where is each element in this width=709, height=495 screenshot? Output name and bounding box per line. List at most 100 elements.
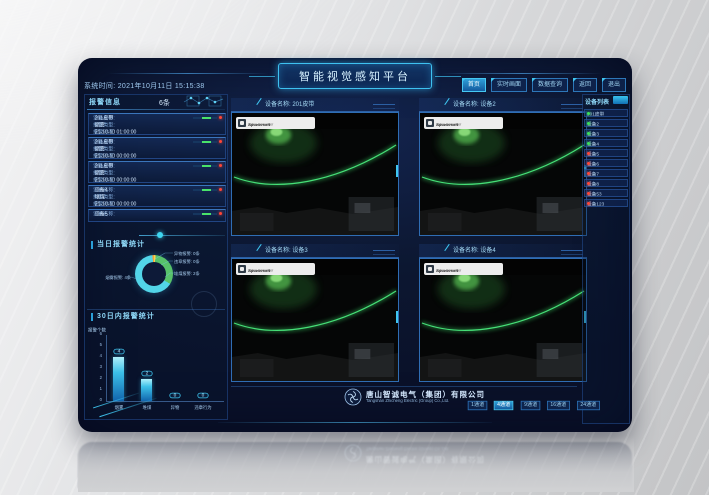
watermark-icon [238,119,246,127]
y-tick: 4 [92,354,103,358]
device-rows: 201皮带 设备2 设备3 设备4 设备5 设备6 设备7 设备8 设备53 设… [584,109,628,209]
dashboard-panel: 系统时间: 2021年10月11日 15:15:38 智能视觉感知平台 首页 实… [78,58,632,432]
alarm-card[interactable]: 设备名称:201皮带 报警类型:烟雾 报警时间:21-10-10 01:00:0… [88,113,226,135]
device-row[interactable]: 设备6 [584,159,628,167]
alarm-indicator [193,117,217,119]
daily-alarm-chart: 异物报警: 0条 违章报警: 0条 堆煤报警: 2条 烟雾报警: 4条 [85,247,229,311]
device-row[interactable]: 设备4 [584,139,628,147]
channel-button-4[interactable]: 4通道 [494,401,514,410]
video-title: 设备名称: 201皮带 [231,98,399,112]
main-nav: 首页 实时画面 数据查询 返回 退出 [462,78,626,92]
channel-button-16[interactable]: 16通道 [547,401,570,410]
watermark-badge: ApowersoftVideo Converter [236,117,315,129]
nav-button-data-query[interactable]: 数据查询 [532,78,568,92]
watermark-icon [238,265,246,273]
status-dot [587,172,590,175]
alarm-card[interactable]: 设备名称:设备4 报警类型:堆煤 报警时间:21-10-10 00:00:00 [88,185,226,207]
y-axis [106,335,107,401]
video-scene [232,259,398,381]
alarm-indicator [193,141,217,143]
video-cell-4[interactable]: 设备名称: 设备4 ApowersoftVide [419,244,587,382]
decoration-line [231,386,577,387]
system-time: 系统时间: 2021年10月11日 15:15:38 [84,81,205,91]
device-list-tab[interactable] [613,96,628,104]
device-row[interactable]: 设备8 [584,179,628,187]
video-cell-2[interactable]: 设备名称: 设备2 ApowersoftVide [419,98,587,236]
donut-label: 堆煤报警: 2条 [174,270,200,276]
company-logo [344,388,362,406]
channel-button-9[interactable]: 9通道 [520,401,540,410]
video-frame[interactable]: ApowersoftVideo Converter [419,258,587,382]
bar-smoke: 4 [110,335,128,401]
network-nodes-icon [181,94,227,109]
y-tick: 5 [92,343,103,347]
alarm-card[interactable]: 设备名称:201皮带 报警类型:烟雾 报警时间:21-10-10 00:00:0… [88,137,226,159]
panel-reflection-strip: 唐山智诚电气（集团）有限公司 Tangshan Zhicheng Electri… [78,442,632,488]
bar-coal-pile: 2 [138,335,156,401]
device-row[interactable]: 设备5 [584,149,628,157]
device-list-panel: 设备列表 201皮带 设备2 设备3 设备4 设备5 设备6 设备7 设备8 设… [582,94,630,424]
status-dot [587,192,590,195]
decoration-line [87,109,225,110]
video-cell-3[interactable]: 设备名称: 设备3 ApowersoftVide [231,244,399,382]
channel-button-1[interactable]: 1通道 [468,401,488,410]
alarm-status-dot [219,188,222,191]
channel-switcher: 1通道 4通道 9通道 16通道 24通道 [466,400,601,411]
alarm-card[interactable]: 设备名称:设备5 [88,209,226,222]
bar-violation: 0 [194,335,212,401]
device-row[interactable]: 设备3 [584,129,628,137]
device-row[interactable]: 设备7 [584,169,628,177]
alarm-indicator [193,189,217,191]
status-dot [587,132,590,135]
y-tick: 1 [92,387,103,391]
channel-button-24[interactable]: 24通道 [577,401,600,410]
donut-label: 违章报警: 0条 [174,258,200,264]
nav-button-live-view[interactable]: 实时画面 [491,78,527,92]
desktop-background: 系统时间: 2021年10月11日 15:15:38 智能视觉感知平台 首页 实… [0,0,709,495]
video-frame[interactable]: ApowersoftVideo Converter [231,258,399,382]
footer-decoration [92,396,162,412]
watermark-badge: ApowersoftVideo Converter [424,117,503,129]
alarm-card[interactable]: 设备名称:201皮带 报警类型:烟雾 报警时间:21-10-10 00:00:0… [88,161,226,183]
video-title: 设备名称: 设备3 [231,244,399,258]
company-name-en: Tangshan Zhicheng Electric (Group) Co.,L… [366,399,449,403]
watermark-badge: ApowersoftVideo Converter [424,263,503,275]
donut-label: 异物报警: 0条 [174,250,200,256]
alarm-sidebar: 报警信息 6条 设备名称:201皮带 报警类型:烟雾 报警时间:21-10-10… [84,94,228,420]
page-title: 智能视觉感知平台 [278,63,432,89]
alarm-status-dot [219,212,222,215]
y-tick: 3 [92,365,103,369]
status-dot [587,142,590,145]
status-dot [587,112,590,115]
video-scene [420,113,586,235]
decoration-line [218,422,492,423]
nav-button-back[interactable]: 返回 [573,78,597,92]
nav-button-home[interactable]: 首页 [462,78,486,92]
device-row[interactable]: 设备2 [584,119,628,127]
watermark-icon [426,265,434,273]
panel-reflection: 唐山智诚电气（集团）有限公司 Tangshan Zhicheng Electri… [78,436,632,488]
company-name-cn-reflection: 唐山智诚电气（集团）有限公司 [366,454,485,465]
status-dot [587,182,590,185]
status-dot [587,152,590,155]
bar-foreign-object: 0 [166,335,184,401]
nav-button-exit[interactable]: 退出 [602,78,626,92]
video-frame[interactable]: ApowersoftVideo Converter [419,112,587,236]
monthly-stats-title: 30日内报警统计 [91,313,155,321]
alarm-status-dot [219,116,222,119]
video-title: 设备名称: 设备2 [419,98,587,112]
company-logo-reflection [344,444,362,462]
x-tick: 违章行为 [192,404,214,410]
company-name-en-reflection: Tangshan Zhicheng Electric (Group) Co.,L… [366,446,449,450]
device-row[interactable]: 设备123 [584,199,628,207]
x-tick: 异物 [164,404,186,410]
divider-ornament [139,235,225,236]
video-title: 设备名称: 设备4 [419,244,587,258]
video-frame[interactable]: ApowersoftVideo Converter [231,112,399,236]
y-tick: 6 [92,332,103,336]
alarm-count-badge: 6条 [159,98,170,108]
video-cell-1[interactable]: 设备名称: 201皮带 ApowersoftVi [231,98,399,236]
device-row[interactable]: 201皮带 [584,109,628,117]
device-row[interactable]: 设备53 [584,189,628,197]
watermark-circle [191,291,217,317]
